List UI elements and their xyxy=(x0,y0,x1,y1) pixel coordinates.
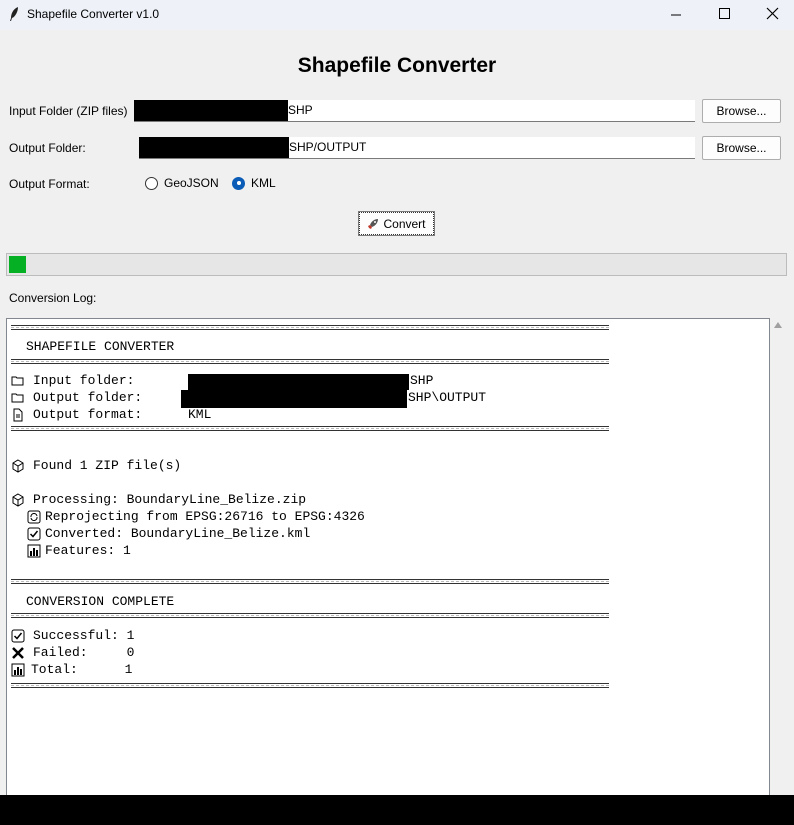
scroll-up-arrow-icon[interactable] xyxy=(774,322,782,328)
rocket-icon xyxy=(368,218,379,229)
input-folder-value: SHP xyxy=(288,103,313,117)
conversion-log-label: Conversion Log: xyxy=(9,291,97,305)
output-folder-value: SHP/OUTPUT xyxy=(289,140,367,154)
redacted-path xyxy=(134,100,288,121)
log-found-text: Found 1 ZIP file(s) xyxy=(33,458,182,473)
log-features-line: Features: 1 xyxy=(27,542,131,559)
log-input-line: Input folder: xyxy=(11,372,134,389)
log-total-line: Total: 1 xyxy=(11,661,132,678)
checkbox-checked-icon xyxy=(11,629,25,642)
separator xyxy=(11,359,609,364)
bar-chart-icon xyxy=(11,663,25,676)
log-converted-line: Converted: BoundaryLine_Belize.kml xyxy=(27,525,310,542)
document-icon xyxy=(13,408,23,421)
log-output-line: Output folder: xyxy=(11,389,142,406)
separator xyxy=(11,579,609,584)
radio-geojson[interactable]: GeoJSON xyxy=(145,176,219,190)
package-icon xyxy=(12,492,24,507)
log-failed-line: Failed: 0 xyxy=(11,644,134,661)
log-features-text: Features: 1 xyxy=(45,543,131,558)
log-reprojecting-line: Reprojecting from EPSG:26716 to EPSG:432… xyxy=(27,508,365,525)
log-reprojecting-text: Reprojecting from EPSG:26716 to EPSG:432… xyxy=(45,509,365,524)
input-folder-field[interactable]: SHP xyxy=(134,100,695,122)
radio-geojson-label: GeoJSON xyxy=(164,176,219,190)
separator xyxy=(11,683,609,688)
output-browse-button[interactable]: Browse... xyxy=(702,136,781,160)
minimize-icon xyxy=(671,14,681,16)
input-browse-button[interactable]: Browse... xyxy=(702,99,781,123)
package-icon xyxy=(12,458,24,473)
app-window: Shapefile Converter v1.0 Shapefile Conve… xyxy=(0,0,794,795)
progress-bar xyxy=(6,253,787,276)
radio-kml-label: KML xyxy=(251,176,276,190)
redacted-path xyxy=(139,137,289,158)
taskbar-strip xyxy=(0,795,794,825)
log-output-label: Output folder: xyxy=(33,390,143,405)
separator xyxy=(11,325,609,330)
folder-icon xyxy=(11,376,24,385)
separator xyxy=(11,613,609,618)
log-scrollbar[interactable] xyxy=(770,318,787,795)
radio-kml[interactable]: KML xyxy=(232,176,276,190)
bar-chart-icon xyxy=(27,544,41,557)
cross-icon xyxy=(12,646,24,659)
progress-fill xyxy=(9,256,26,273)
log-converted-text: Converted: BoundaryLine_Belize.kml xyxy=(45,526,311,541)
log-input-label: Input folder: xyxy=(33,373,135,388)
maximize-icon xyxy=(719,8,730,19)
refresh-icon xyxy=(27,510,41,523)
output-folder-label: Output Folder: xyxy=(9,141,86,155)
log-format-label: Output format: xyxy=(33,407,143,422)
radio-circle xyxy=(145,176,158,190)
log-input-value: SHP xyxy=(410,373,434,388)
separator xyxy=(11,426,609,431)
app-heading: Shapefile Converter xyxy=(297,54,497,77)
convert-label: Convert xyxy=(383,216,426,231)
close-button[interactable] xyxy=(748,0,794,30)
input-folder-label: Input Folder (ZIP files) xyxy=(9,104,128,118)
folder-icon xyxy=(11,393,24,402)
log-output-value: SHP\OUTPUT xyxy=(408,390,487,405)
log-found-line: Found 1 ZIP file(s) xyxy=(11,457,181,474)
minimize-button[interactable] xyxy=(652,0,700,30)
log-successful-line: Successful: 1 xyxy=(11,627,134,644)
radio-circle-selected xyxy=(232,176,245,190)
log-processing-line: Processing: BoundaryLine_Belize.zip xyxy=(11,491,306,508)
log-processing-text: Processing: BoundaryLine_Belize.zip xyxy=(33,492,307,507)
maximize-button[interactable] xyxy=(700,0,748,30)
window-title: Shapefile Converter v1.0 xyxy=(27,7,160,21)
feather-icon xyxy=(10,7,18,21)
checkbox-checked-icon xyxy=(27,527,41,540)
conversion-log[interactable]: SHAPEFILE CONVERTER Input folder: SHP Ou… xyxy=(6,318,770,795)
convert-button[interactable]: Convert xyxy=(358,211,435,236)
log-format-value: KML xyxy=(188,407,212,422)
log-complete-title: CONVERSION COMPLETE xyxy=(26,594,175,609)
output-format-label: Output Format: xyxy=(9,177,90,191)
close-icon xyxy=(766,7,779,20)
log-header-title: SHAPEFILE CONVERTER xyxy=(26,339,175,354)
log-failed-text: Failed: 0 xyxy=(33,645,135,660)
log-successful-text: Successful: 1 xyxy=(33,628,135,643)
title-bar: Shapefile Converter v1.0 xyxy=(0,0,794,30)
redacted-path xyxy=(188,374,409,390)
output-folder-field[interactable]: SHP/OUTPUT xyxy=(139,137,695,159)
log-format-line: Output format: xyxy=(11,406,142,423)
redacted-path xyxy=(181,390,407,408)
log-total-text: Total: 1 xyxy=(31,662,133,677)
